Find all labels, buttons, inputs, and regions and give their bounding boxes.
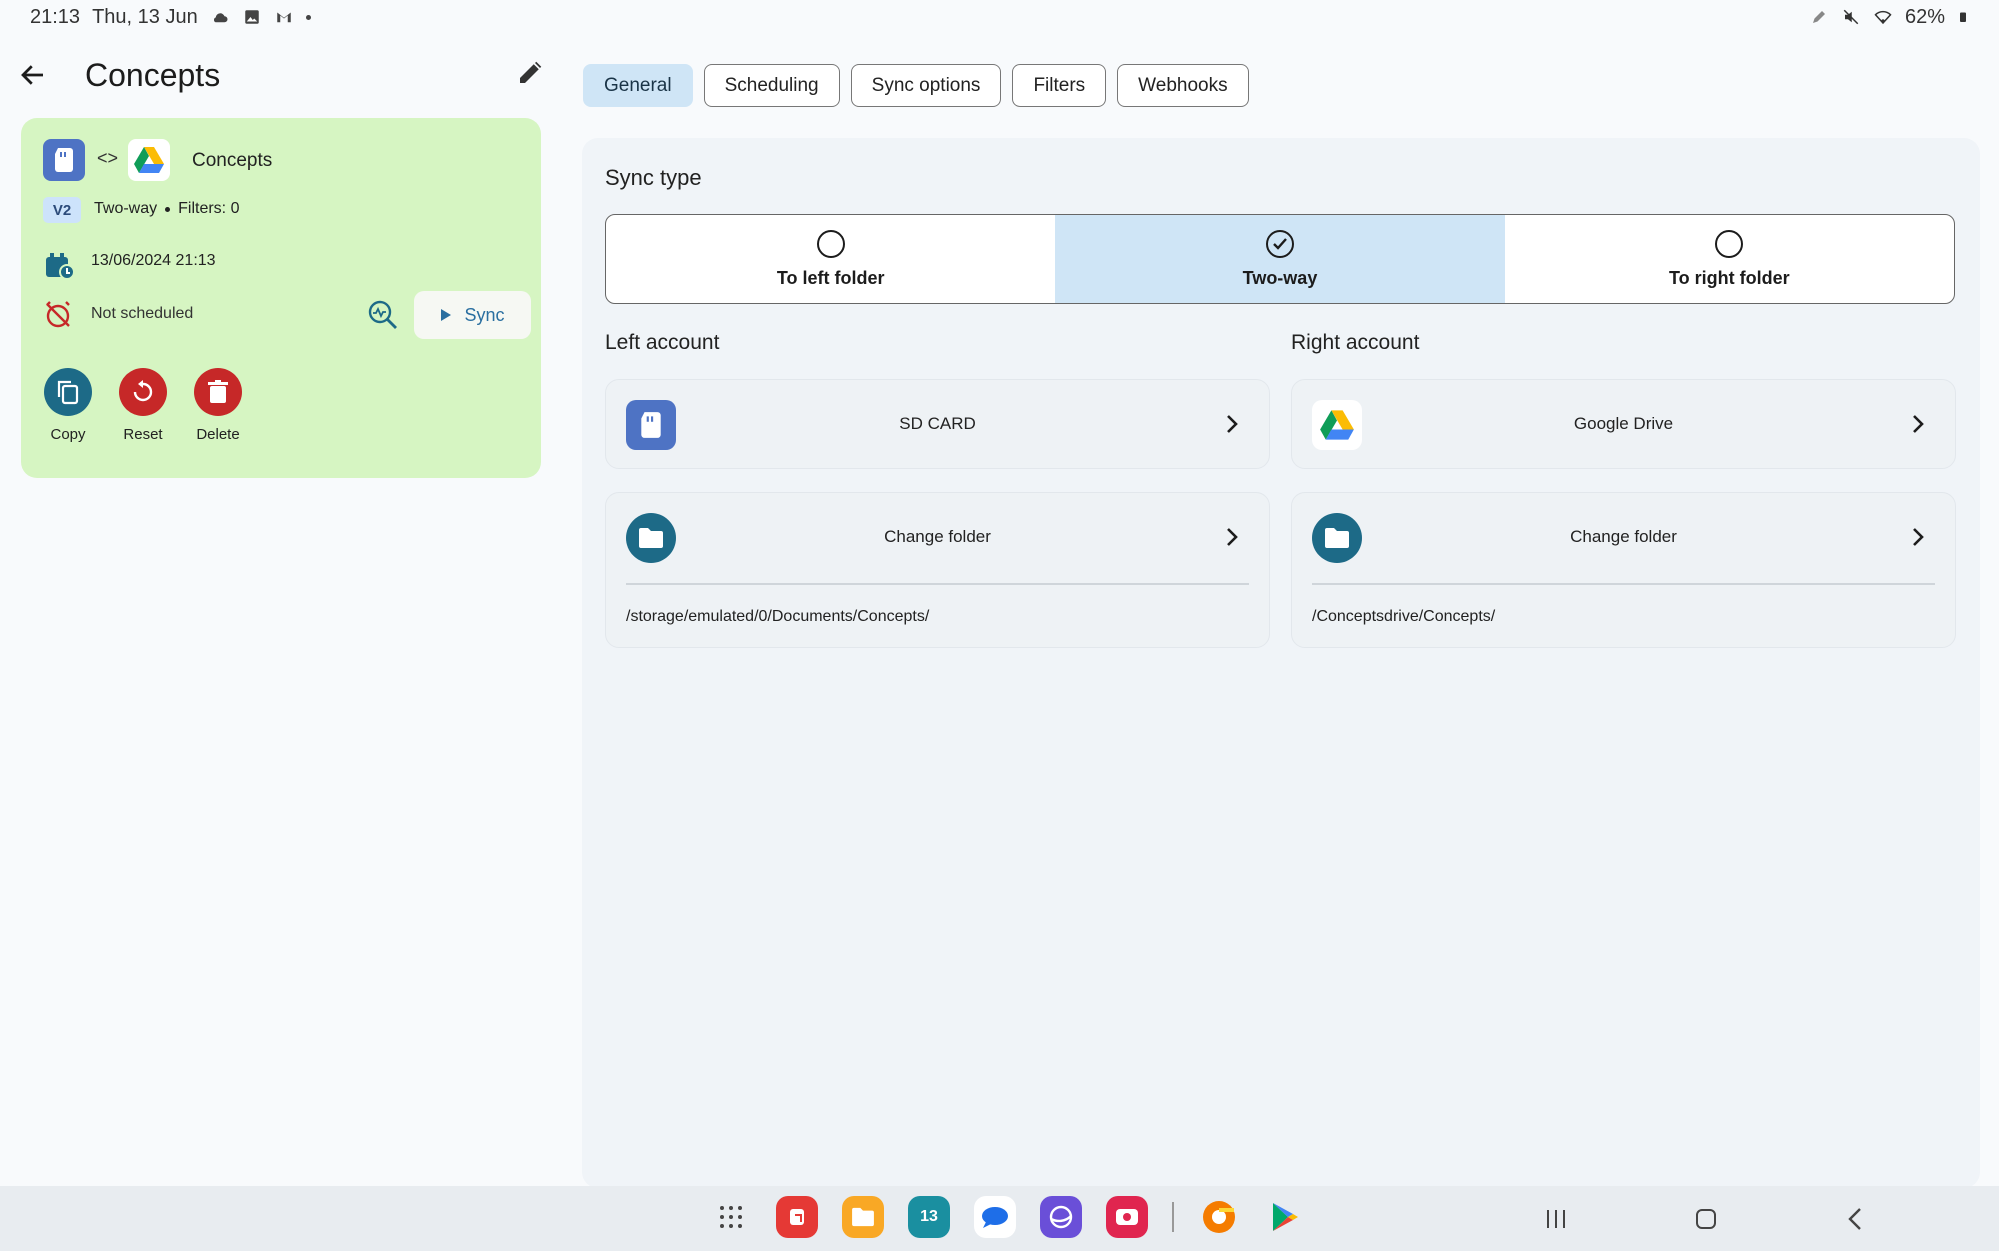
- app-dock: 13: [710, 1196, 1306, 1238]
- sync-type-title: Sync type: [605, 165, 702, 190]
- top-app-bar: Concepts: [0, 40, 572, 110]
- sync-option-label: Two-way: [1242, 267, 1318, 288]
- trash-icon: [194, 368, 242, 416]
- right-account-title: Right account: [1291, 331, 1420, 354]
- delete-button[interactable]: Delete: [186, 368, 250, 443]
- right-folder-card[interactable]: Change folder /Conceptsdrive/Concepts/: [1291, 492, 1956, 648]
- left-account-name: SD CARD: [899, 414, 976, 433]
- tab-webhooks[interactable]: Webhooks: [1117, 64, 1249, 107]
- left-folder-card[interactable]: Change folder /storage/emulated/0/Docume…: [605, 492, 1270, 648]
- sync-option-label: To right folder: [1668, 267, 1790, 288]
- home-icon[interactable]: [1693, 1206, 1719, 1232]
- pen-icon: [1812, 11, 1825, 23]
- dot-separator: [165, 206, 171, 212]
- left-account-card[interactable]: SD CARD: [605, 379, 1270, 469]
- copy-label: Copy: [50, 426, 86, 443]
- page-title: Concepts: [85, 57, 221, 93]
- sync-type-selector: To left folder Two-way To right folder: [605, 214, 1955, 304]
- task-filters: Filters: 0: [178, 200, 240, 217]
- task-card[interactable]: <> Concepts V2 Two-way Filters: 0 13/06/…: [21, 118, 541, 478]
- gallery-icon: [244, 10, 259, 24]
- reset-label: Reset: [123, 426, 163, 443]
- app-red-icon[interactable]: [776, 1196, 818, 1238]
- divider: [1312, 583, 1935, 585]
- play-icon: [441, 309, 452, 321]
- battery-icon: [1960, 12, 1966, 22]
- arrow-left-icon[interactable]: [18, 60, 48, 90]
- internet-icon[interactable]: [1040, 1196, 1082, 1238]
- status-date: Thu, 13 Jun: [92, 5, 198, 28]
- dot-icon: [305, 14, 311, 20]
- files-icon[interactable]: [842, 1196, 884, 1238]
- sync-option-to-right[interactable]: To right folder: [1505, 215, 1954, 303]
- right-account-card[interactable]: Google Drive: [1291, 379, 1956, 469]
- status-bar: 21:13 Thu, 13 Jun 62%: [0, 0, 1999, 34]
- tab-sync-options[interactable]: Sync options: [850, 64, 1002, 107]
- sync-button-label: Sync: [464, 304, 505, 325]
- chrome-icon[interactable]: [1198, 1196, 1240, 1238]
- task-name: Concepts: [192, 150, 273, 171]
- navigation-bar: 13: [0, 1186, 1999, 1251]
- tab-filters[interactable]: Filters: [1012, 64, 1107, 107]
- messages-icon[interactable]: [974, 1196, 1016, 1238]
- task-meta: Two-way Filters: 0: [94, 200, 239, 218]
- calendar-day: 13: [920, 1208, 938, 1225]
- battery-percent: 62%: [1904, 5, 1945, 28]
- left-folder-path: /storage/emulated/0/Documents/Concepts/: [626, 608, 930, 625]
- tab-bar: General Scheduling Sync options Filters …: [583, 64, 1249, 108]
- chevron-right-icon: [1913, 415, 1924, 433]
- bidirectional-icon: <>: [97, 148, 119, 168]
- dock-divider: [1172, 1202, 1174, 1232]
- analyze-search-icon[interactable]: [366, 298, 400, 332]
- chevron-right-icon: [1227, 528, 1238, 546]
- gmail-icon: [276, 12, 291, 23]
- radio-unchecked-icon: [1715, 229, 1744, 258]
- general-panel: Sync type To left folder Two-way To righ…: [582, 138, 1980, 1188]
- left-change-folder-label: Change folder: [884, 527, 991, 546]
- screen-recorder-icon[interactable]: [1106, 1196, 1148, 1238]
- version-badge: V2: [43, 197, 81, 223]
- delete-label: Delete: [196, 426, 240, 443]
- sd-card-icon: [43, 139, 85, 181]
- pencil-icon[interactable]: [515, 58, 545, 88]
- cloud-icon: [213, 13, 228, 23]
- back-nav-icon[interactable]: [1843, 1206, 1869, 1232]
- right-folder-path: /Conceptsdrive/Concepts/: [1312, 608, 1496, 625]
- chevron-right-icon: [1227, 415, 1238, 433]
- divider: [626, 583, 1249, 585]
- mute-icon: [1843, 9, 1859, 25]
- chevron-right-icon: [1913, 528, 1924, 546]
- right-change-folder-label: Change folder: [1570, 527, 1677, 546]
- left-account-title: Left account: [605, 331, 720, 354]
- radio-unchecked-icon: [816, 229, 845, 258]
- google-drive-icon: [128, 139, 170, 181]
- reset-icon: [119, 368, 167, 416]
- copy-icon: [44, 368, 92, 416]
- last-sync-date: 13/06/2024 21:13: [91, 252, 216, 269]
- calendar-clock-icon: [46, 253, 75, 280]
- alarm-off-icon: [46, 301, 70, 328]
- status-time: 21:13: [30, 5, 81, 28]
- apps-grid-icon[interactable]: [710, 1196, 752, 1238]
- radio-checked-icon: [1265, 229, 1294, 258]
- reset-button[interactable]: Reset: [111, 368, 175, 443]
- schedule-status: Not scheduled: [91, 305, 194, 322]
- wifi-icon: [1874, 10, 1892, 25]
- copy-button[interactable]: Copy: [36, 368, 100, 443]
- sync-option-to-left[interactable]: To left folder: [606, 215, 1055, 303]
- calendar-icon[interactable]: 13: [908, 1196, 950, 1238]
- task-sync-type: Two-way: [94, 200, 158, 217]
- recent-apps-icon[interactable]: [1543, 1206, 1569, 1232]
- play-store-icon[interactable]: [1264, 1196, 1306, 1238]
- sync-button[interactable]: Sync: [414, 291, 531, 339]
- sync-option-label: To left folder: [776, 267, 885, 288]
- tab-scheduling[interactable]: Scheduling: [703, 64, 840, 107]
- sync-option-two-way[interactable]: Two-way: [1055, 215, 1505, 303]
- tab-general[interactable]: General: [583, 64, 693, 107]
- right-account-name: Google Drive: [1573, 414, 1674, 433]
